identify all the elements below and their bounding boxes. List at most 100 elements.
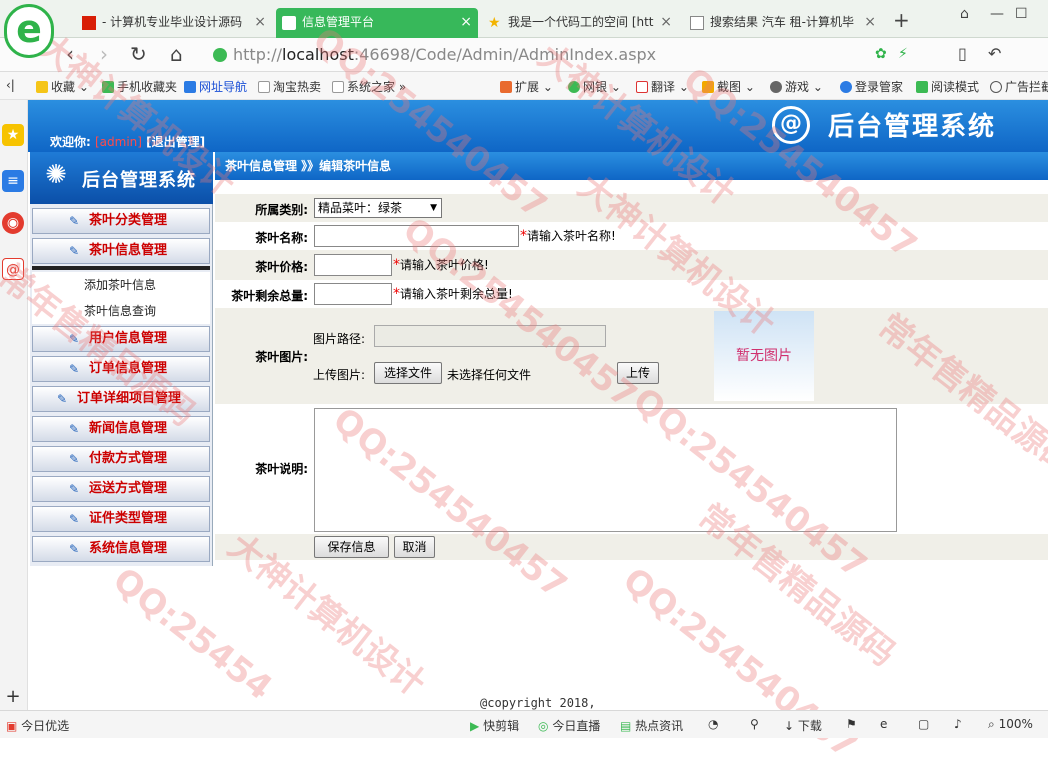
weibo-icon[interactable]: ◉ xyxy=(2,212,24,234)
stock-input[interactable] xyxy=(314,283,392,305)
menu-shipping[interactable]: ✎ 运送方式管理 xyxy=(32,476,210,502)
mail-icon[interactable]: @ xyxy=(2,258,24,280)
ie-icon[interactable]: e xyxy=(880,717,887,731)
status-quick-edit[interactable]: ▶ 快剪辑 xyxy=(470,717,519,734)
welcome-area: 欢迎你: [admin] [退出管理] xyxy=(50,133,205,150)
menu-news-info[interactable]: ✎ 新闻信息管理 xyxy=(32,416,210,442)
row-price: 茶叶价格: *请输入茶叶价格! xyxy=(215,250,1048,280)
tab-label: 我是一个代码工的空间 [htt xyxy=(508,15,654,29)
bookmark-taobao[interactable]: 淘宝热卖 xyxy=(258,78,321,95)
category-label: 所属类别: xyxy=(255,203,308,217)
favorites-star-icon[interactable]: ★ xyxy=(2,124,24,146)
browser-tab-1[interactable]: - 计算机专业毕业设计源码 × xyxy=(76,8,272,38)
window-icon[interactable]: ▢ xyxy=(918,717,929,731)
page-favicon-icon xyxy=(690,16,704,30)
today-picks[interactable]: ▣ 今日优选 xyxy=(6,717,69,734)
choose-file-button[interactable]: 选择文件 xyxy=(374,362,442,384)
browser-tab-2[interactable]: 信息管理平台 × xyxy=(276,8,478,38)
close-tab-icon[interactable]: × xyxy=(864,8,876,36)
maximize-icon[interactable]: ☐ xyxy=(1015,6,1028,22)
block-icon xyxy=(990,81,1002,93)
menu-id-type[interactable]: ✎ 证件类型管理 xyxy=(32,506,210,532)
toolbar-extensions[interactable]: 扩展 ⌄ xyxy=(500,78,553,95)
close-tab-icon[interactable]: × xyxy=(460,8,472,36)
row-category: 所属类别: 精品菜叶：绿茶 ▼ xyxy=(215,194,1048,222)
welcome-label: 欢迎你: xyxy=(50,135,91,149)
status-download[interactable]: ↓ 下载 xyxy=(784,717,822,734)
toolbar-login-manager[interactable]: 登录管家 xyxy=(840,78,903,95)
close-tab-icon[interactable]: × xyxy=(254,8,266,36)
toolbar-translate[interactable]: 翻译 ⌄ xyxy=(636,78,689,95)
add-panel-icon[interactable]: + xyxy=(2,686,24,708)
menu-tea-info[interactable]: ✎ 茶叶信息管理 xyxy=(32,238,210,264)
zoom-level[interactable]: ⌕ 100% xyxy=(988,717,1033,732)
pen-icon: ✎ xyxy=(69,422,80,436)
bookmark-mobile[interactable]: 手机收藏夹 xyxy=(102,78,177,95)
tab-label: - 计算机专业毕业设计源码 xyxy=(102,15,243,29)
admin-header: 欢迎你: [admin] [退出管理] @ 后台管理系统 xyxy=(28,100,1048,152)
status-news[interactable]: ▤ 热点资讯 xyxy=(620,717,683,734)
category-select[interactable]: 精品菜叶：绿茶 ▼ xyxy=(314,198,442,218)
menu-order-detail[interactable]: ✎ 订单详细项目管理 xyxy=(32,386,210,412)
site-favicon-icon xyxy=(82,16,96,30)
forward-icon[interactable]: › xyxy=(100,42,108,66)
save-button[interactable]: 保存信息 xyxy=(314,536,389,558)
toolbar-adblock[interactable]: 广告拦截 xyxy=(990,78,1048,95)
at-logo-icon: @ xyxy=(772,106,810,144)
browser-side-panel: ★ ≡ ◉ @ + xyxy=(0,100,28,710)
bookmarks-toggle-icon[interactable]: ‹| xyxy=(6,78,15,92)
menu-tea-category[interactable]: ✎ 茶叶分类管理 xyxy=(32,208,210,234)
cancel-button[interactable]: 取消 xyxy=(394,536,435,558)
bookmark-favorites[interactable]: 收藏 ⌄ xyxy=(36,78,89,95)
submenu-query-tea[interactable]: 茶叶信息查询 xyxy=(32,298,210,324)
submenu-add-tea[interactable]: 添加茶叶信息 xyxy=(32,272,210,298)
back-icon[interactable]: ‹ xyxy=(66,42,74,66)
menu-payment[interactable]: ✎ 付款方式管理 xyxy=(32,446,210,472)
toolbar-games[interactable]: 游戏 ⌄ xyxy=(770,78,823,95)
refresh-icon[interactable]: ↻ xyxy=(130,42,147,66)
description-textarea[interactable] xyxy=(314,408,897,532)
description-label: 茶叶说明: xyxy=(255,462,308,476)
bookmark-system[interactable]: 系统之家 » xyxy=(332,78,406,95)
toolbar-screenshot[interactable]: 截图 ⌄ xyxy=(702,78,755,95)
pen-icon: ✎ xyxy=(69,362,80,376)
toolbar-reader-mode[interactable]: 阅读模式 xyxy=(916,78,979,95)
upload-button[interactable]: 上传 xyxy=(617,362,659,384)
close-tab-icon[interactable]: × xyxy=(660,8,672,36)
price-input[interactable] xyxy=(314,254,392,276)
tab-label: 搜索结果 汽车 租-计算机毕 xyxy=(710,15,854,29)
menu-system-info[interactable]: ✎ 系统信息管理 xyxy=(32,536,210,562)
skin-icon[interactable]: ⌂ xyxy=(960,6,969,22)
row-name: 茶叶名称: *请输入茶叶名称! xyxy=(215,222,1048,250)
menu-order-info[interactable]: ✎ 订单信息管理 xyxy=(32,356,210,382)
book-icon xyxy=(916,81,928,93)
logout-link[interactable]: [退出管理] xyxy=(146,135,205,149)
speed-icon[interactable]: ◔ xyxy=(708,717,718,731)
octopus-logo-icon: ✺ xyxy=(45,160,67,190)
list-icon[interactable]: ≡ xyxy=(2,170,24,192)
pin-icon[interactable]: ⚲ xyxy=(750,717,759,731)
toolbar-bank[interactable]: 网银 ⌄ xyxy=(568,78,621,95)
new-tab-button[interactable]: + xyxy=(893,8,910,32)
menu-user-info[interactable]: ✎ 用户信息管理 xyxy=(32,326,210,352)
flag-icon[interactable]: ⚑ xyxy=(846,717,857,731)
home-icon[interactable]: ⌂ xyxy=(170,42,183,66)
address-path: :46698/Code/Admin/AdminIndex.aspx xyxy=(353,45,657,64)
browser-tab-bar: e - 计算机专业毕业设计源码 × 信息管理平台 × ★ 我是一个代码工的空间 … xyxy=(0,0,1048,58)
image-path-input[interactable] xyxy=(374,325,606,347)
status-live[interactable]: ◎ 今日直播 xyxy=(538,717,600,734)
secure-shield-icon xyxy=(213,48,227,62)
bookmark-nav[interactable]: 网址导航 xyxy=(184,78,247,95)
browser-tab-3[interactable]: ★ 我是一个代码工的空间 [htt × xyxy=(482,8,678,38)
download-icon: ↓ xyxy=(784,719,795,733)
row-description: 茶叶说明: xyxy=(215,404,1048,534)
address-bar[interactable]: http://localhost:46698/Code/Admin/AdminI… xyxy=(207,42,1048,68)
name-input[interactable] xyxy=(314,225,519,247)
minimize-icon[interactable]: — xyxy=(990,6,1004,22)
volume-icon[interactable]: ♪ xyxy=(954,717,962,731)
browser-logo-icon: e xyxy=(4,4,54,58)
pen-icon: ✎ xyxy=(69,452,80,466)
browser-tab-4[interactable]: 搜索结果 汽车 租-计算机毕 × xyxy=(684,8,882,38)
star-icon xyxy=(36,81,48,93)
star-favicon-icon: ★ xyxy=(488,15,501,31)
